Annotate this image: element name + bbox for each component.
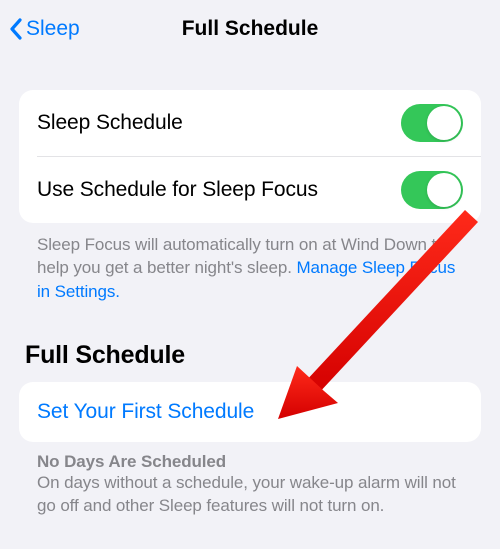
- back-label: Sleep: [26, 17, 80, 41]
- no-days-title: No Days Are Scheduled: [37, 452, 463, 472]
- no-days-body: On days without a schedule, your wake-up…: [37, 472, 463, 518]
- sleep-schedule-toggle[interactable]: [401, 104, 463, 142]
- use-schedule-focus-label: Use Schedule for Sleep Focus: [37, 178, 318, 202]
- sleep-schedule-group: Sleep Schedule Use Schedule for Sleep Fo…: [19, 90, 481, 223]
- use-schedule-focus-row: Use Schedule for Sleep Focus: [19, 157, 481, 223]
- navigation-bar: Sleep Full Schedule: [0, 0, 500, 58]
- toggle-knob: [427, 106, 461, 140]
- sleep-schedule-row: Sleep Schedule: [19, 90, 481, 156]
- sleep-schedule-label: Sleep Schedule: [37, 111, 183, 135]
- back-button[interactable]: Sleep: [8, 17, 80, 41]
- set-first-schedule-label: Set Your First Schedule: [37, 400, 254, 424]
- toggle-knob: [427, 173, 461, 207]
- full-schedule-header: Full Schedule: [19, 303, 481, 382]
- chevron-left-icon: [8, 17, 24, 41]
- sleep-focus-footer: Sleep Focus will automatically turn on a…: [19, 223, 481, 303]
- page-title: Full Schedule: [182, 17, 319, 41]
- no-days-footer: No Days Are Scheduled On days without a …: [19, 442, 481, 518]
- full-schedule-group: Set Your First Schedule: [19, 382, 481, 442]
- set-first-schedule-button[interactable]: Set Your First Schedule: [19, 382, 481, 442]
- use-schedule-focus-toggle[interactable]: [401, 171, 463, 209]
